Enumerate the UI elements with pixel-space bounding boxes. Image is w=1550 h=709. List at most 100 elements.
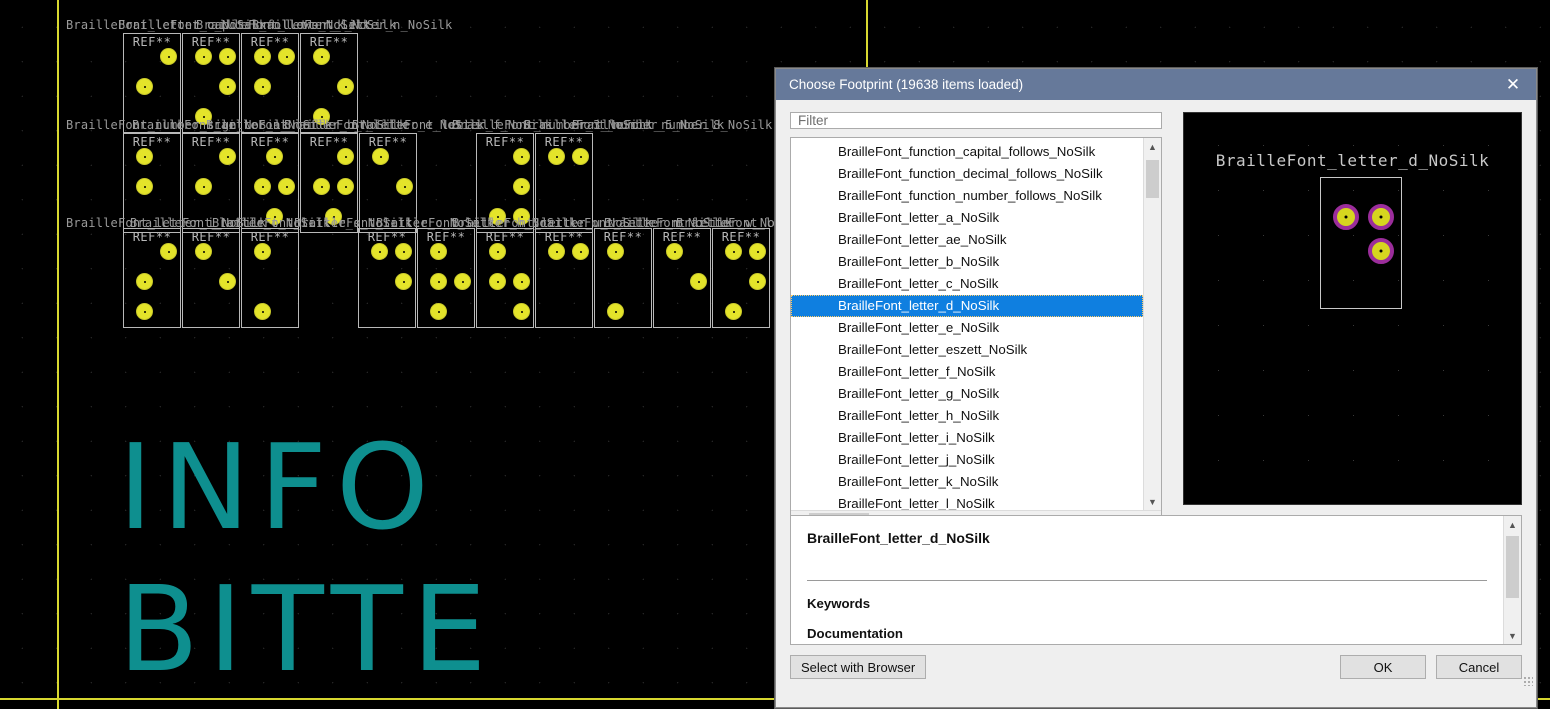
footprint-preview[interactable]: BrailleFont_letter_d_NoSilk <box>1183 112 1522 505</box>
footprint-pad[interactable] <box>195 178 212 195</box>
footprint-pad[interactable] <box>607 243 624 260</box>
footprint-pad[interactable] <box>690 273 707 290</box>
footprint-instance[interactable]: REF** <box>594 228 652 328</box>
footprint-list-item[interactable]: BrailleFont_function_capital_follows_NoS… <box>791 141 1143 163</box>
silk-text-bitte: BITTE <box>118 560 496 698</box>
footprint-list-item[interactable]: BrailleFont_letter_g_NoSilk <box>791 383 1143 405</box>
footprint-pad[interactable] <box>666 243 683 260</box>
footprint-list-item[interactable]: BrailleFont_letter_l_NoSilk <box>791 493 1143 510</box>
footprint-pad[interactable] <box>749 273 766 290</box>
footprint-list-item[interactable]: BrailleFont_letter_h_NoSilk <box>791 405 1143 427</box>
footprint-instance[interactable]: REF** <box>653 228 711 328</box>
select-with-browser-button[interactable]: Select with Browser <box>790 655 927 679</box>
footprint-pad[interactable] <box>278 48 295 65</box>
details-scroll-thumb[interactable] <box>1506 536 1519 598</box>
scroll-down-icon[interactable]: ▼ <box>1144 493 1161 510</box>
details-vertical-scrollbar[interactable]: ▲ ▼ <box>1503 516 1521 644</box>
vertical-scroll-thumb[interactable] <box>1146 160 1159 198</box>
footprint-list-item[interactable]: BrailleFont_letter_j_NoSilk <box>791 449 1143 471</box>
footprint-pad[interactable] <box>254 48 271 65</box>
filter-input[interactable] <box>790 112 1162 129</box>
footprint-pad[interactable] <box>430 243 447 260</box>
scroll-up-icon[interactable]: ▲ <box>1144 138 1161 155</box>
footprint-list-item[interactable]: BrailleFont_function_decimal_follows_NoS… <box>791 163 1143 185</box>
footprint-pad[interactable] <box>489 243 506 260</box>
footprint-ref-label: REF** <box>309 35 349 49</box>
footprint-pad[interactable] <box>160 243 177 260</box>
footprint-pad[interactable] <box>136 273 153 290</box>
footprint-pad[interactable] <box>219 148 236 165</box>
footprint-pad[interactable] <box>313 178 330 195</box>
footprint-pad[interactable] <box>219 78 236 95</box>
footprint-instance[interactable]: REF** <box>476 228 534 328</box>
footprint-pad[interactable] <box>254 178 271 195</box>
details-scroll-up-icon[interactable]: ▲ <box>1504 516 1521 533</box>
footprint-pad[interactable] <box>136 178 153 195</box>
footprint-list-item-selected[interactable]: BrailleFont_letter_d_NoSilk <box>791 295 1143 317</box>
footprint-pad[interactable] <box>430 273 447 290</box>
footprint-pad[interactable] <box>195 243 212 260</box>
footprint-pad[interactable] <box>372 148 389 165</box>
footprint-list-item[interactable]: BrailleFont_letter_f_NoSilk <box>791 361 1143 383</box>
footprint-instance[interactable]: REF** <box>535 228 593 328</box>
footprint-list-item[interactable]: BrailleFont_letter_i_NoSilk <box>791 427 1143 449</box>
footprint-pad[interactable] <box>254 303 271 320</box>
footprint-instance[interactable]: REF** <box>712 228 770 328</box>
footprint-list-item[interactable]: BrailleFont_letter_c_NoSilk <box>791 273 1143 295</box>
footprint-pad[interactable] <box>313 48 330 65</box>
footprint-pad[interactable] <box>725 243 742 260</box>
footprint-pad[interactable] <box>513 178 530 195</box>
cancel-button[interactable]: Cancel <box>1436 655 1522 679</box>
footprint-list-item[interactable]: BrailleFont_letter_ae_NoSilk <box>791 229 1143 251</box>
ok-button[interactable]: OK <box>1340 655 1426 679</box>
footprint-pad[interactable] <box>749 243 766 260</box>
footprint-pad[interactable] <box>254 78 271 95</box>
footprint-pad[interactable] <box>136 148 153 165</box>
footprint-pad[interactable] <box>219 48 236 65</box>
footprint-pad[interactable] <box>337 178 354 195</box>
footprint-pad[interactable] <box>548 243 565 260</box>
footprint-pad[interactable] <box>337 78 354 95</box>
footprint-pad[interactable] <box>337 148 354 165</box>
footprint-pad[interactable] <box>548 148 565 165</box>
details-scroll-down-icon[interactable]: ▼ <box>1504 627 1521 644</box>
footprint-pad[interactable] <box>160 48 177 65</box>
list-vertical-scrollbar[interactable]: ▲ ▼ <box>1143 138 1161 510</box>
footprint-pad[interactable] <box>195 48 212 65</box>
footprint-list-item[interactable]: BrailleFont_letter_eszett_NoSilk <box>791 339 1143 361</box>
footprint-list-item[interactable]: BrailleFont_letter_k_NoSilk <box>791 471 1143 493</box>
footprint-list-item[interactable]: BrailleFont_letter_b_NoSilk <box>791 251 1143 273</box>
footprint-pad[interactable] <box>136 303 153 320</box>
footprint-instance[interactable]: REF** <box>358 228 416 328</box>
footprint-pad[interactable] <box>725 303 742 320</box>
footprint-pad[interactable] <box>136 78 153 95</box>
footprint-pad[interactable] <box>607 303 624 320</box>
footprint-pad[interactable] <box>254 243 271 260</box>
footprint-list[interactable]: BrailleFont_function_capital_follows_NoS… <box>791 138 1143 510</box>
footprint-list-item[interactable]: BrailleFont_function_number_follows_NoSi… <box>791 185 1143 207</box>
footprint-instance[interactable]: REF** <box>123 228 181 328</box>
footprint-pad[interactable] <box>454 273 471 290</box>
footprint-pad[interactable] <box>513 148 530 165</box>
footprint-pad[interactable] <box>371 243 388 260</box>
footprint-pad[interactable] <box>489 273 506 290</box>
footprint-pad[interactable] <box>572 243 589 260</box>
resize-grip-icon[interactable] <box>1523 676 1533 686</box>
footprint-instance[interactable]: REF** <box>241 228 299 328</box>
footprint-pad[interactable] <box>396 178 413 195</box>
footprint-pad[interactable] <box>572 148 589 165</box>
footprint-pad[interactable] <box>266 148 283 165</box>
footprint-instance[interactable]: REF** <box>417 228 475 328</box>
footprint-instance[interactable]: REF** <box>182 228 240 328</box>
footprint-pad[interactable] <box>278 178 295 195</box>
footprint-list-item[interactable]: BrailleFont_letter_e_NoSilk <box>791 317 1143 339</box>
footprint-pad[interactable] <box>513 303 530 320</box>
footprint-pad[interactable] <box>395 273 412 290</box>
footprint-pad[interactable] <box>430 303 447 320</box>
dialog-title: Choose Footprint (19638 items loaded) <box>789 77 1024 92</box>
close-icon[interactable]: ✕ <box>1490 69 1536 100</box>
footprint-pad[interactable] <box>219 273 236 290</box>
footprint-pad[interactable] <box>513 273 530 290</box>
footprint-pad[interactable] <box>395 243 412 260</box>
footprint-list-item[interactable]: BrailleFont_letter_a_NoSilk <box>791 207 1143 229</box>
